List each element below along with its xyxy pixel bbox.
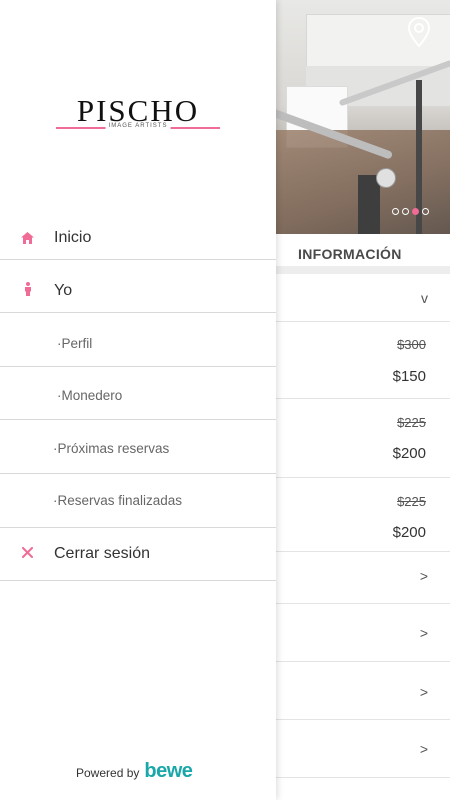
nav-row[interactable]: > (276, 720, 450, 778)
person-icon (25, 282, 31, 296)
chevron-right-icon: > (419, 741, 428, 757)
old-price: $225 (397, 415, 426, 430)
nav-row[interactable]: > (276, 662, 450, 720)
nav-row[interactable]: > (276, 552, 450, 604)
menu-label: Inicio (54, 229, 92, 246)
section-title: INFORMACIÓN (298, 246, 402, 262)
carousel-indicators (392, 208, 429, 215)
powered-by-text: Powered by (76, 766, 140, 780)
menu-item-proximas-reservas[interactable]: ·Próximas reservas (0, 420, 276, 474)
photo-rail-end (376, 168, 396, 188)
carousel-image[interactable] (276, 0, 450, 234)
nav-row[interactable]: > (276, 604, 450, 662)
expand-row[interactable]: v (276, 274, 450, 322)
carousel-dot[interactable] (402, 208, 409, 215)
menu-item-reservas-finalizadas[interactable]: ·Reservas finalizadas (0, 474, 276, 528)
carousel-dot[interactable] (422, 208, 429, 215)
logo-wordmark: PISCHO (76, 93, 200, 128)
old-price: $225 (397, 494, 426, 509)
new-price: $200 (392, 524, 426, 541)
menu-label: Yo (54, 282, 73, 299)
location-pin-icon[interactable] (406, 16, 432, 48)
price-row[interactable]: $225 $200 (276, 478, 450, 552)
chevron-down-icon: v (421, 290, 428, 306)
submenu-label: ·Perfil (57, 336, 93, 351)
close-icon (22, 547, 33, 558)
new-price: $150 (392, 368, 426, 385)
side-menu-drawer: PISCHO IMAGE ARTISTS Inicio Yo ·Perfil ·… (0, 0, 276, 800)
submenu-label: ·Reservas finalizadas (53, 493, 183, 508)
menu-item-yo[interactable]: Yo (0, 260, 276, 313)
new-price: $200 (392, 445, 426, 462)
chevron-right-icon: > (419, 625, 428, 641)
bewe-logo: bewe (144, 760, 193, 782)
carousel-dot[interactable] (392, 208, 399, 215)
old-price: $300 (397, 337, 426, 352)
photo-post (358, 175, 380, 234)
menu-label: Cerrar sesión (54, 545, 151, 562)
pischo-logo: PISCHO IMAGE ARTISTS (55, 93, 221, 129)
section-divider (276, 266, 450, 274)
carousel-dot[interactable] (412, 208, 419, 215)
price-row[interactable]: $300 $150 (276, 322, 450, 399)
menu-item-inicio[interactable]: Inicio (0, 212, 276, 260)
submenu-label: ·Próximas reservas (53, 441, 170, 456)
menu-item-monedero[interactable]: ·Monedero (0, 367, 276, 420)
submenu-label: ·Monedero (57, 388, 123, 403)
powered-by-footer[interactable]: Powered by bewe (76, 760, 193, 783)
logo-tagline: IMAGE ARTISTS (105, 123, 171, 129)
home-icon (21, 232, 34, 244)
chevron-right-icon: > (419, 684, 428, 700)
menu-item-perfil[interactable]: ·Perfil (0, 313, 276, 367)
chevron-right-icon: > (419, 568, 428, 584)
logo-underline: IMAGE ARTISTS (56, 123, 220, 129)
price-row[interactable]: $225 $200 (276, 399, 450, 478)
menu-item-cerrar-sesion[interactable]: Cerrar sesión (0, 528, 276, 581)
